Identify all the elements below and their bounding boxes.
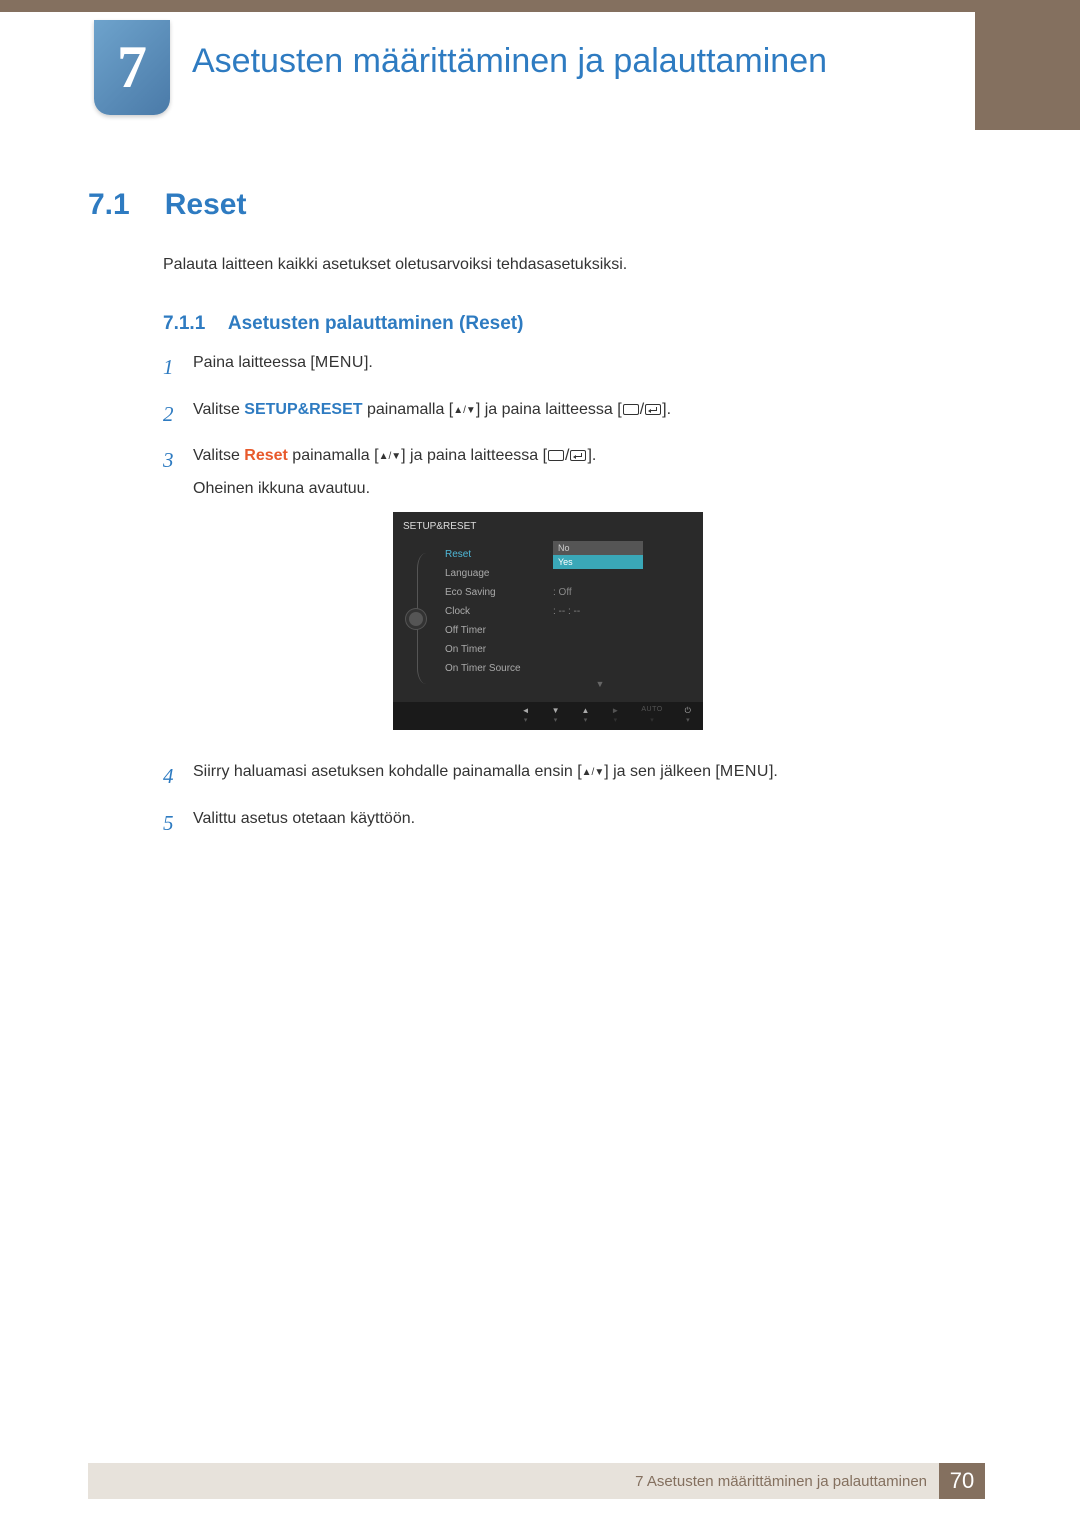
osd-menu-list: Reset No Yes Language Eco Saving : Off	[439, 545, 703, 692]
osd-icon-column	[393, 545, 439, 692]
step-number: 4	[163, 760, 179, 793]
osd-item-label: Language	[445, 566, 545, 582]
subsection-title: Asetusten palauttaminen (Reset)	[228, 313, 524, 334]
osd-item-label: On Timer	[445, 642, 545, 658]
chapter-title: Asetusten määrittäminen ja palauttaminen	[192, 42, 827, 81]
text: ].	[769, 763, 778, 780]
step-number: 2	[163, 398, 179, 431]
section-number: 7.1	[88, 188, 130, 222]
chapter-number-tab: 7	[94, 20, 170, 115]
top-brown-bar	[0, 0, 1080, 12]
text: Paina laitteessa [	[193, 354, 315, 371]
text: ].	[587, 447, 596, 464]
step-body: Valitse Reset painamalla [▲/▼] ja paina …	[193, 444, 923, 746]
step-number: 5	[163, 807, 179, 840]
page-footer: 7 Asetusten määrittäminen ja palauttamin…	[88, 1463, 985, 1499]
osd-item-label: On Timer Source	[445, 661, 545, 677]
step-4: 4 Siirry haluamasi asetuksen kohdalle pa…	[163, 760, 923, 793]
osd-nav-down-icon: ▼▾	[552, 705, 560, 727]
text: painamalla [	[288, 447, 379, 464]
steps-list: 1 Paina laitteessa [MENU]. 2 Valitse SET…	[163, 351, 923, 853]
text: ].	[364, 354, 373, 371]
text: Oheinen ikkuna avautuu.	[193, 477, 923, 502]
reset-label: Reset	[244, 447, 288, 464]
osd-title: SETUP&RESET	[393, 512, 703, 542]
slash: /	[565, 447, 569, 464]
enter-button-icon	[645, 404, 661, 415]
up-down-arrows-icon: ▲/▼	[582, 767, 605, 778]
menu-label: MENU	[315, 354, 364, 371]
text: ] ja paina laitteessa [	[476, 401, 622, 418]
osd-option-no: No	[553, 541, 643, 555]
menu-label: MENU	[720, 763, 769, 780]
osd-reset-dropdown: No Yes	[553, 541, 643, 569]
osd-row-ontimersrc: On Timer Source	[445, 659, 703, 678]
osd-footer-buttons: ◄▾ ▼▾ ▲▾ ►▾ AUTO▾ ⏻▾	[393, 702, 703, 730]
osd-row-reset: Reset No Yes	[445, 545, 703, 564]
step-3: 3 Valitse Reset painamalla [▲/▼] ja pain…	[163, 444, 923, 746]
step-body: Siirry haluamasi asetuksen kohdalle pain…	[193, 760, 923, 785]
text: Siirry haluamasi asetuksen kohdalle pain…	[193, 763, 582, 780]
osd-item-value: : Off	[553, 585, 673, 601]
osd-screenshot: SETUP&RESET Reset No Yes	[393, 512, 703, 730]
osd-auto-button: AUTO▾	[641, 705, 662, 727]
osd-option-yes: Yes	[553, 555, 643, 569]
osd-power-icon: ⏻▾	[685, 705, 691, 727]
osd-more-arrow-icon: ▼	[445, 678, 703, 692]
osd-nav-right-icon: ►▾	[611, 705, 619, 727]
text: ] ja sen jälkeen [	[604, 763, 720, 780]
step-body: Valitse SETUP&RESET painamalla [▲/▼] ja …	[193, 398, 923, 423]
osd-nav-up-icon: ▲▾	[582, 705, 590, 727]
osd-item-label: Reset	[445, 547, 545, 563]
osd-nav-left-icon: ◄▾	[522, 705, 530, 727]
osd-item-label: Eco Saving	[445, 585, 545, 601]
osd-item-label: Off Timer	[445, 623, 545, 639]
step-body: Valittu asetus otetaan käyttöön.	[193, 807, 923, 832]
enter-button-icon	[570, 450, 586, 461]
gear-icon	[409, 612, 423, 626]
setup-reset-label: SETUP&RESET	[244, 401, 362, 418]
section-title: Reset	[165, 188, 247, 222]
subsection-heading: 7.1.1 Asetusten palauttaminen (Reset)	[163, 313, 523, 335]
text: Valitse	[193, 401, 244, 418]
footer-text: 7 Asetusten määrittäminen ja palauttamin…	[635, 1473, 927, 1490]
text: Valitse	[193, 447, 244, 464]
step-2: 2 Valitse SETUP&RESET painamalla [▲/▼] j…	[163, 398, 923, 431]
osd-body: Reset No Yes Language Eco Saving : Off	[393, 541, 703, 702]
page-number: 70	[939, 1463, 985, 1499]
osd-row-ontimer: On Timer	[445, 640, 703, 659]
section-heading: 7.1 Reset	[88, 188, 246, 222]
slash: /	[640, 401, 644, 418]
intro-paragraph: Palauta laitteen kaikki asetukset oletus…	[163, 256, 627, 274]
up-down-arrows-icon: ▲/▼	[379, 451, 402, 462]
step-1: 1 Paina laitteessa [MENU].	[163, 351, 923, 384]
osd-row-offtimer: Off Timer	[445, 621, 703, 640]
text: ].	[662, 401, 671, 418]
subsection-number: 7.1.1	[163, 313, 205, 334]
chapter-number: 7	[117, 33, 147, 102]
osd-item-value: : -- : --	[553, 604, 673, 620]
text: ] ja paina laitteessa [	[401, 447, 547, 464]
step-number: 1	[163, 351, 179, 384]
source-button-icon	[623, 404, 639, 415]
text: painamalla [	[363, 401, 454, 418]
osd-row-clock: Clock : -- : --	[445, 602, 703, 621]
up-down-arrows-icon: ▲/▼	[453, 405, 476, 416]
osd-item-label: Clock	[445, 604, 545, 620]
step-5: 5 Valittu asetus otetaan käyttöön.	[163, 807, 923, 840]
osd-row-eco: Eco Saving : Off	[445, 583, 703, 602]
step-body: Paina laitteessa [MENU].	[193, 351, 923, 376]
source-button-icon	[548, 450, 564, 461]
step-number: 3	[163, 444, 179, 477]
